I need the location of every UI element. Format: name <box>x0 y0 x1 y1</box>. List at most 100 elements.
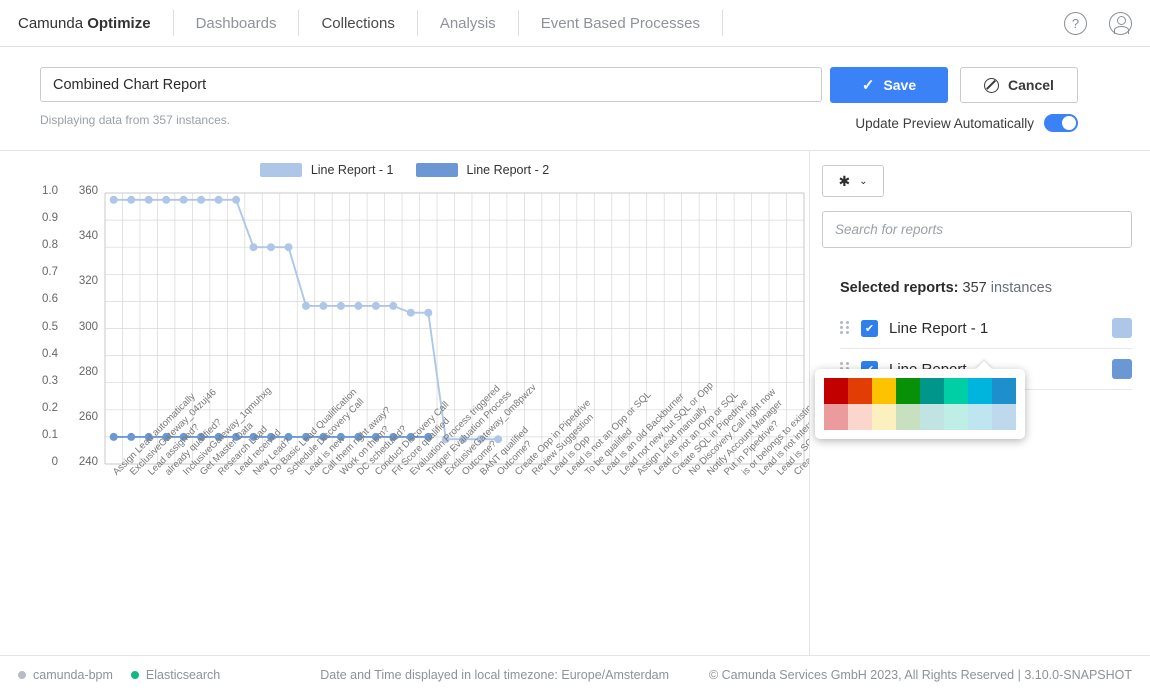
chart-data-point[interactable] <box>127 195 136 204</box>
selected-reports-count: 357 <box>962 280 987 296</box>
nav-link-collections[interactable]: Collections <box>299 15 416 32</box>
status-dot-icon <box>130 670 139 679</box>
search-reports-input[interactable] <box>822 211 1132 248</box>
footer-elasticsearch-status: Elasticsearch <box>130 667 221 682</box>
chart-data-point[interactable] <box>109 432 118 441</box>
update-preview-row: Update Preview Automatically <box>855 114 1078 132</box>
color-picker-cell[interactable] <box>896 404 920 430</box>
color-picker-cell[interactable] <box>968 404 992 430</box>
brand-strong: Optimize <box>87 14 151 32</box>
ban-icon <box>984 77 1000 93</box>
y-axis-right-tick-label: 240 <box>78 456 98 468</box>
color-picker-cell[interactable] <box>872 378 896 404</box>
chart-canvas[interactable]: 0 0.1 0.2 0.3 0.4 0.5 0.6 0.7 0.8 0.9 1.0 240 260 280… <box>0 179 809 649</box>
legend-item-line-report-1[interactable]: Line Report - 1 <box>259 162 394 177</box>
chart-data-point[interactable] <box>424 308 433 317</box>
color-picker-cell[interactable] <box>992 378 1016 404</box>
legend-item-line-report-2[interactable]: Line Report - 2 <box>415 162 550 177</box>
report-checkbox[interactable]: ✔ <box>861 319 878 337</box>
report-header-right: ✓ Save Cancel Update Preview Automatical… <box>830 67 1078 132</box>
color-picker-cell[interactable] <box>872 404 896 430</box>
update-preview-toggle[interactable] <box>1044 114 1078 132</box>
app-brand[interactable]: Camunda Optimize <box>18 15 173 32</box>
color-picker-cell[interactable] <box>824 378 848 404</box>
save-button-label: Save <box>883 77 917 93</box>
y-axis-left-tick-label: 0 <box>51 456 58 468</box>
top-navigation-bar: Camunda Optimize Dashboards Collections … <box>0 0 1150 47</box>
report-color-swatch[interactable] <box>1112 359 1132 379</box>
chart-data-point[interactable] <box>284 243 293 252</box>
color-picker-grid <box>824 378 1016 430</box>
chart-data-point[interactable] <box>214 195 223 204</box>
chart-data-point[interactable] <box>162 195 171 204</box>
y-axis-right-tick-label: 280 <box>78 365 98 378</box>
color-picker-cell[interactable] <box>848 404 872 430</box>
chart-data-point[interactable] <box>389 301 398 310</box>
report-name-label: Line Report - 1 <box>889 319 989 337</box>
legend-label: Line Report - 1 <box>310 162 394 177</box>
y-axis-right-tick-label: 260 <box>78 410 98 423</box>
header-button-row: ✓ Save Cancel <box>830 67 1078 103</box>
color-picker-cell[interactable] <box>944 378 968 404</box>
legend-swatch <box>415 162 458 177</box>
nav-link-dashboards[interactable]: Dashboards <box>174 15 299 32</box>
color-picker-popup[interactable] <box>815 369 1025 439</box>
user-account-icon[interactable] <box>1109 11 1132 35</box>
elasticsearch-label: Elasticsearch <box>145 667 221 682</box>
footer-status-group: camunda-bpm Elasticsearch <box>0 668 220 682</box>
y-axis-left-tick-label: 0.8 <box>42 239 58 252</box>
color-picker-cell[interactable] <box>920 404 944 430</box>
color-picker-cell[interactable] <box>824 404 848 430</box>
legend-swatch <box>259 162 302 177</box>
chart-data-point[interactable] <box>144 195 153 204</box>
report-config-pane: ✱ ⌄ Selected reports: 357 instances ✔ Li… <box>810 151 1150 661</box>
main-body: Line Report - 1 Line Report - 2 0 0.1 0.2 0… <box>0 151 1150 661</box>
color-picker-cell[interactable] <box>848 378 872 404</box>
report-color-swatch[interactable] <box>1112 318 1132 338</box>
report-title-input[interactable] <box>40 67 822 102</box>
chart-data-point[interactable] <box>249 243 258 252</box>
check-icon: ✓ <box>861 76 875 94</box>
chart-data-point[interactable] <box>371 301 380 310</box>
y-axis-right-tick-label: 340 <box>78 230 98 243</box>
chart-data-point[interactable] <box>109 195 118 204</box>
chart-data-point[interactable] <box>406 308 415 317</box>
nav-link-event-based-processes[interactable]: Event Based Processes <box>519 15 722 32</box>
chart-data-point[interactable] <box>197 195 206 204</box>
chart-pane: Line Report - 1 Line Report - 2 0 0.1 0.2 0… <box>0 151 810 661</box>
y-axis-right-tick-label: 300 <box>78 320 98 333</box>
save-button[interactable]: ✓ Save <box>830 67 948 103</box>
chart-data-point[interactable] <box>179 195 188 204</box>
color-picker-cell[interactable] <box>896 378 920 404</box>
color-picker-cell[interactable] <box>992 404 1016 430</box>
y-axis-right-tick-label: 360 <box>78 185 98 197</box>
chart-legend: Line Report - 1 Line Report - 2 <box>0 151 809 179</box>
legend-label: Line Report - 2 <box>466 162 550 177</box>
chart-data-point[interactable] <box>267 243 275 252</box>
chart-settings-button[interactable]: ✱ ⌄ <box>822 165 884 197</box>
report-list-item[interactable]: ✔ Line Report - 1 <box>840 308 1132 349</box>
footer-engine-status: camunda-bpm <box>18 668 113 682</box>
color-picker-cell[interactable] <box>944 404 968 430</box>
help-icon[interactable]: ? <box>1064 11 1087 35</box>
y-axis-left-tick-label: 0.7 <box>42 266 58 279</box>
selected-reports-unit: instances <box>990 280 1052 296</box>
cancel-button[interactable]: Cancel <box>960 67 1078 103</box>
gear-icon: ✱ <box>838 172 851 189</box>
selected-reports-label: Selected reports: <box>840 280 959 296</box>
nav-link-analysis[interactable]: Analysis <box>418 15 518 32</box>
chart-data-point[interactable] <box>354 301 363 310</box>
color-picker-cell[interactable] <box>968 378 992 404</box>
chart-data-point[interactable] <box>127 432 136 441</box>
drag-handle-icon[interactable] <box>840 321 850 335</box>
chart-data-point[interactable] <box>336 301 345 310</box>
y-axis-left-tick-label: 0.6 <box>42 293 58 306</box>
chevron-down-icon: ⌄ <box>859 175 868 187</box>
chart-data-point[interactable] <box>302 301 310 310</box>
chart-data-point[interactable] <box>232 195 241 204</box>
chart-data-point[interactable] <box>319 301 328 310</box>
y-axis-left-tick-label: 0.1 <box>42 428 58 441</box>
color-picker-cell[interactable] <box>920 378 944 404</box>
selected-reports-header: Selected reports: 357 instances <box>840 280 1132 296</box>
instances-subtitle: Displaying data from 357 instances. <box>40 113 231 127</box>
